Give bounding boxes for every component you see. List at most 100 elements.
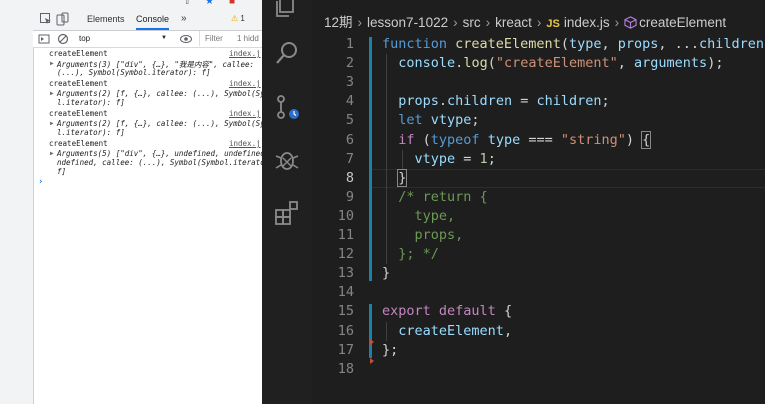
- source-control-icon[interactable]: [272, 93, 302, 123]
- source-link[interactable]: index.j: [229, 109, 261, 118]
- line-number: 4: [345, 93, 354, 110]
- log-function-name: createElement: [49, 109, 108, 118]
- warning-icon: ⚠: [231, 14, 239, 23]
- warning-count: 1: [240, 14, 245, 23]
- extension-icon[interactable]: ■: [229, 0, 235, 7]
- devtools-panel: ⇧ ★ ■ Elements Console » ⚠ 1 top ▼ Filte…: [0, 0, 262, 404]
- devtools-tabbar: Elements Console » ⚠ 1: [33, 8, 262, 31]
- log-function-name: createElement: [49, 49, 108, 58]
- expand-arrow-icon[interactable]: ▶: [50, 90, 54, 97]
- warning-badge[interactable]: ⚠ 1: [231, 8, 245, 30]
- console-prompt[interactable]: ›: [38, 177, 43, 187]
- line-number: 9: [345, 188, 354, 205]
- breadcrumb-item[interactable]: index.js: [564, 13, 610, 33]
- chevron-down-icon: ▼: [161, 35, 167, 41]
- code-line[interactable]: };: [382, 341, 398, 360]
- source-link[interactable]: index.j: [229, 79, 261, 88]
- context-value: top: [79, 34, 91, 43]
- code-line[interactable]: createElement,: [382, 322, 512, 341]
- chevron-right-icon: ›: [485, 15, 491, 30]
- expand-arrow-icon[interactable]: ▶: [50, 150, 54, 157]
- arguments-line: ndefined, callee: (...), Symbol(Symbol.i…: [57, 158, 262, 167]
- line-number: 18: [337, 360, 354, 377]
- code-line[interactable]: if (typeof type === "string") {: [382, 130, 652, 150]
- line-number: 7: [345, 150, 354, 167]
- source-link[interactable]: index.j: [229, 49, 261, 58]
- filter-input[interactable]: Filter: [199, 31, 235, 46]
- tab-elements[interactable]: Elements: [87, 8, 125, 30]
- cube-icon: [624, 16, 637, 29]
- inspect-element-icon[interactable]: [39, 12, 53, 26]
- bookmark-star-icon[interactable]: ★: [205, 0, 214, 7]
- modified-lines-marker: [369, 304, 372, 358]
- sidebar-toggle-icon[interactable]: [38, 33, 50, 45]
- code-line[interactable]: type,: [382, 207, 456, 226]
- code-line[interactable]: }; */: [382, 245, 439, 264]
- line-number: 11: [337, 227, 354, 243]
- code-line[interactable]: function createElement(type, props, ...c…: [382, 35, 765, 54]
- line-number: 15: [337, 303, 354, 320]
- line-number: 16: [337, 322, 354, 339]
- code-line[interactable]: vtype = 1;: [382, 150, 496, 169]
- chevron-right-icon: ›: [614, 15, 620, 30]
- js-file-icon: JS: [546, 18, 560, 30]
- clear-console-icon[interactable]: [57, 33, 69, 45]
- expand-arrow-icon[interactable]: ▶: [50, 60, 54, 67]
- modified-lines-marker: [369, 37, 372, 282]
- breadcrumb-item[interactable]: 12期: [324, 13, 353, 33]
- code-line[interactable]: /* return {: [382, 188, 487, 207]
- breadcrumb-item[interactable]: lesson7-1022: [367, 13, 448, 33]
- arguments-line: l.iterator): f]: [57, 128, 125, 137]
- device-toolbar-icon[interactable]: [55, 12, 69, 26]
- log-function-name: createElement: [49, 79, 108, 88]
- log-function-name: createElement: [49, 139, 108, 148]
- browser-toolbar-strip: ⇧ ★ ■: [33, 0, 262, 8]
- breadcrumb-item[interactable]: src: [463, 13, 481, 33]
- breadcrumb-item[interactable]: kreact: [495, 13, 532, 33]
- code-line[interactable]: }: [382, 264, 390, 283]
- code-editor[interactable]: 1 function createElement(type, props, ...…: [312, 34, 765, 404]
- code-line[interactable]: console.log("createElement", arguments);: [382, 54, 723, 73]
- line-number: 17: [337, 341, 354, 358]
- line-number: 14: [337, 284, 354, 301]
- arguments-line: Arguments(2) [f, {…}, callee: (...), Sym…: [57, 119, 262, 128]
- share-icon[interactable]: ⇧: [183, 0, 191, 7]
- explorer-icon[interactable]: [272, 0, 302, 22]
- expand-arrow-icon[interactable]: ▶: [50, 120, 54, 127]
- breadcrumb: 12期 › lesson7-1022 › src › kreact › JS index.js › c…: [324, 13, 726, 33]
- line-number: 8: [345, 169, 354, 186]
- code-line[interactable]: let vtype;: [382, 111, 479, 130]
- eye-icon[interactable]: [180, 34, 192, 44]
- console-toolbar: top ▼ Filter 1 hidd: [33, 31, 262, 48]
- arguments-line: (...), Symbol(Symbol.iterator): f]: [57, 68, 211, 77]
- search-icon[interactable]: [272, 38, 302, 68]
- context-selector[interactable]: top ▼: [79, 32, 169, 45]
- arguments-line: Arguments(2) [f, {…}, callee: (...), Sym…: [57, 89, 262, 98]
- breadcrumb-item[interactable]: createElement: [639, 13, 726, 33]
- vscode-window: 12期 › lesson7-1022 › src › kreact › JS index.js › c…: [262, 0, 765, 404]
- arguments-line: Arguments(5) ["div", {…}, undefined, und…: [57, 149, 262, 158]
- devtools-side-gutter: [0, 0, 34, 404]
- line-number: 5: [345, 112, 354, 129]
- code-line[interactable]: props.children = children;: [382, 92, 609, 111]
- code-line[interactable]: props,: [382, 226, 464, 245]
- arguments-line: f]: [57, 167, 67, 176]
- activity-bar: [262, 0, 312, 404]
- deleted-lines-marker: [370, 338, 374, 345]
- line-number: 12: [337, 246, 354, 263]
- source-link[interactable]: index.j: [229, 139, 261, 148]
- more-tabs-button[interactable]: »: [181, 8, 187, 30]
- line-number: 2: [345, 55, 354, 72]
- chevron-right-icon: ›: [453, 15, 458, 30]
- deleted-lines-marker: [370, 357, 374, 364]
- tab-console[interactable]: Console: [136, 8, 170, 30]
- extensions-icon[interactable]: [272, 198, 302, 228]
- arguments-line: l.iterator): f]: [57, 98, 125, 107]
- console-output: createElement index.j ▶ Arguments(3) ["d…: [33, 48, 262, 404]
- code-line[interactable]: }: [382, 168, 408, 188]
- code-line[interactable]: export default {: [382, 302, 512, 321]
- line-number: 13: [337, 265, 354, 282]
- current-line-highlight: [372, 168, 765, 188]
- debug-icon[interactable]: [272, 145, 302, 175]
- line-number: 1: [345, 36, 354, 52]
